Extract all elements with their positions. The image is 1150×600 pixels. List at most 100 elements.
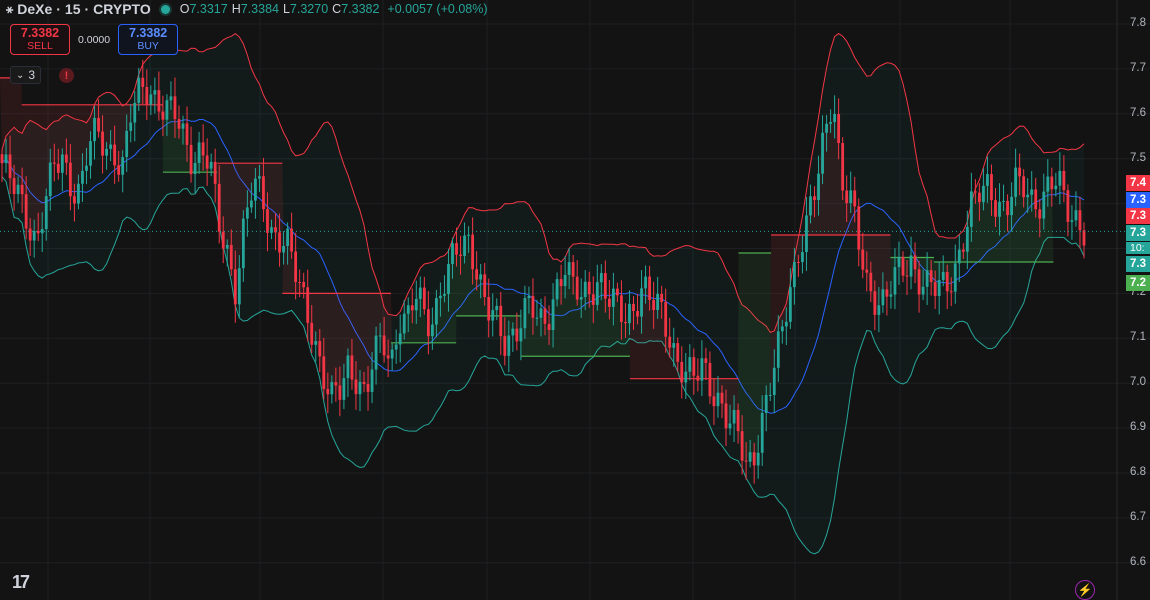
candle-body bbox=[507, 335, 511, 356]
candle-body bbox=[1006, 200, 1009, 216]
candle-body bbox=[889, 294, 893, 297]
candle-body bbox=[986, 174, 989, 186]
candle-body bbox=[668, 336, 672, 348]
candle-body bbox=[865, 269, 869, 273]
candle-body bbox=[656, 293, 660, 311]
candle-body bbox=[881, 289, 885, 306]
candle-body bbox=[374, 335, 378, 370]
candle-body bbox=[636, 311, 639, 317]
candle-body bbox=[491, 310, 495, 321]
candle-body bbox=[430, 324, 434, 337]
candle-body bbox=[1070, 220, 1074, 222]
candle-body bbox=[209, 161, 213, 169]
candle-body bbox=[129, 122, 133, 131]
price-axis-tick: 7.7 bbox=[1130, 61, 1146, 74]
candle-body bbox=[1046, 176, 1050, 192]
candle-body bbox=[201, 142, 205, 156]
candle-body bbox=[704, 358, 708, 363]
candle-body bbox=[1074, 210, 1078, 221]
candle-body bbox=[607, 298, 611, 307]
price-axis-tag: 7.3 bbox=[1126, 192, 1150, 208]
chevron-down-icon: ⌄ bbox=[15, 69, 25, 81]
candle-body bbox=[439, 295, 442, 299]
candle-body bbox=[1002, 200, 1005, 202]
candle-body bbox=[455, 243, 458, 255]
candle-body bbox=[157, 90, 161, 112]
candle-body bbox=[137, 77, 141, 103]
candle-body bbox=[121, 157, 125, 175]
indicator-count: 3 bbox=[28, 68, 36, 82]
tradingview-logo-icon[interactable]: 17 bbox=[12, 572, 30, 593]
candle-body bbox=[318, 341, 322, 357]
low-value: 7.3270 bbox=[289, 2, 329, 16]
candle-body bbox=[1058, 170, 1062, 186]
candle-body bbox=[760, 412, 764, 453]
candle-body bbox=[632, 303, 635, 312]
candle-body bbox=[12, 178, 16, 195]
price-axis-tick: 7.1 bbox=[1130, 331, 1146, 344]
warning-icon[interactable]: ! bbox=[59, 68, 74, 83]
candle-body bbox=[1054, 185, 1058, 190]
candle-body bbox=[406, 305, 410, 314]
candle-body bbox=[869, 272, 873, 292]
candle-body bbox=[56, 163, 60, 173]
candle-body bbox=[740, 431, 744, 461]
candle-body bbox=[330, 382, 334, 395]
candle-body bbox=[1018, 167, 1022, 177]
symbol-title[interactable]: ⚹ DeXe · 15 · CRYPTO bbox=[6, 1, 151, 17]
candle-body bbox=[813, 196, 816, 201]
high-value: 7.3384 bbox=[240, 2, 279, 16]
candle-body bbox=[334, 382, 338, 386]
candle-body bbox=[52, 162, 56, 164]
buy-button[interactable]: 7.3382 BUY bbox=[118, 24, 179, 55]
candle-body bbox=[873, 291, 877, 315]
price-chart[interactable] bbox=[0, 0, 1150, 600]
candle-body bbox=[539, 308, 543, 318]
candle-body bbox=[1022, 176, 1026, 198]
candle-body bbox=[961, 249, 965, 252]
candle-body bbox=[205, 155, 209, 169]
market-status-icon[interactable] bbox=[160, 4, 170, 14]
candle-body bbox=[692, 357, 696, 376]
price-axis-tick: 6.9 bbox=[1130, 421, 1146, 434]
interval: 15 bbox=[64, 1, 81, 17]
candle-body bbox=[523, 298, 527, 329]
candle-body bbox=[471, 234, 475, 270]
candle-body bbox=[85, 165, 88, 171]
candle-body bbox=[885, 289, 889, 297]
price-axis-tick: 7.5 bbox=[1130, 151, 1146, 164]
candle-body bbox=[1038, 209, 1042, 219]
price-axis-tag: 7.4 bbox=[1126, 175, 1150, 191]
spread-value: 0.0000 bbox=[78, 33, 111, 46]
candle-body bbox=[648, 276, 651, 300]
candle-body bbox=[386, 355, 390, 359]
candle-body bbox=[853, 190, 857, 207]
candle-body bbox=[664, 302, 668, 337]
candle-body bbox=[1050, 176, 1054, 190]
candle-body bbox=[410, 305, 414, 311]
candle-body bbox=[24, 194, 28, 229]
candle-body bbox=[81, 170, 84, 184]
candle-body bbox=[418, 287, 422, 299]
candle-body bbox=[780, 326, 784, 332]
candle-body bbox=[451, 243, 454, 265]
candle-body bbox=[338, 385, 342, 400]
trade-panel: 7.3382 SELL 0.0000 7.3382 BUY bbox=[10, 24, 179, 55]
candle-body bbox=[294, 251, 298, 282]
candle-body bbox=[833, 114, 837, 123]
candle-body bbox=[270, 227, 273, 233]
lightning-icon[interactable]: ⚡ bbox=[1075, 580, 1095, 600]
candle-body bbox=[1042, 191, 1046, 219]
candle-body bbox=[503, 336, 507, 356]
sell-button[interactable]: 7.3382 SELL bbox=[10, 24, 70, 55]
candle-body bbox=[169, 96, 173, 101]
candle-body bbox=[326, 389, 330, 395]
indicators-toggle-button[interactable]: ⌄ 3 bbox=[10, 66, 41, 84]
price-axis-tag: 7.3 bbox=[1126, 256, 1150, 272]
candle-body bbox=[579, 297, 583, 300]
candle-body bbox=[1014, 167, 1018, 197]
candle-body bbox=[358, 381, 362, 395]
candle-body bbox=[620, 295, 623, 322]
candle-body bbox=[744, 460, 748, 462]
candle-body bbox=[720, 392, 724, 404]
